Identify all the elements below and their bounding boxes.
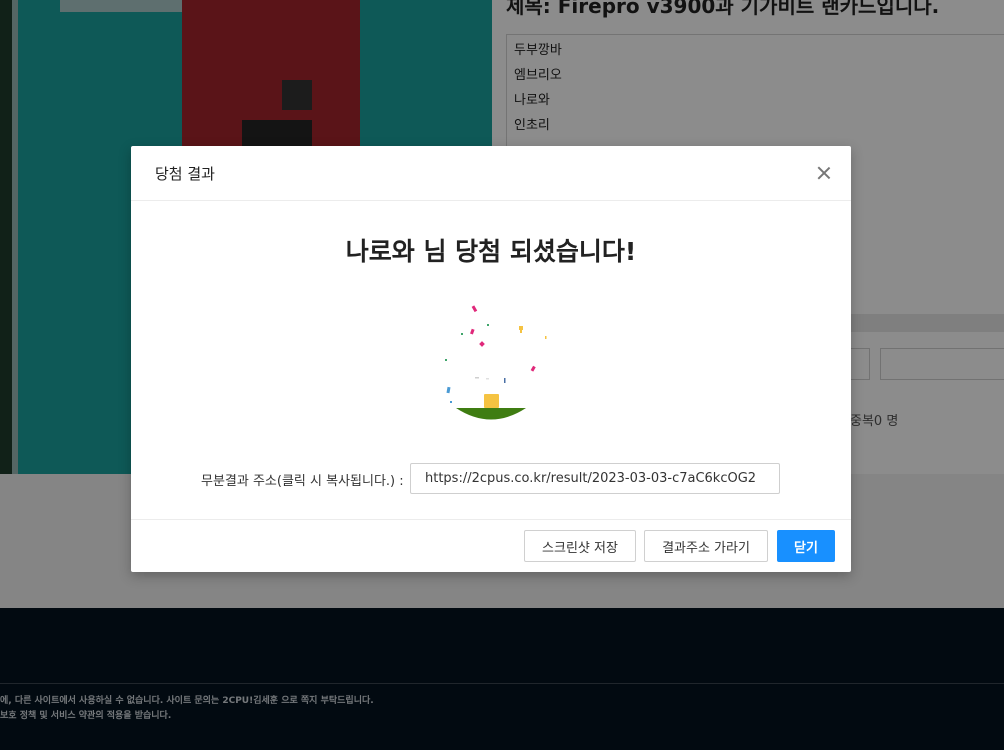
go-to-result-button[interactable]: 결과주소 가라기 [644,530,768,562]
winner-message: 나로와 님 당첨 되셨습니다! [345,237,637,266]
close-button[interactable]: 닫기 [777,530,835,562]
result-url-input[interactable] [410,463,780,494]
close-x-icon[interactable] [811,160,837,186]
modal-header: 당첨 결과 [131,146,851,201]
save-screenshot-button[interactable]: 스크린샷 저장 [524,530,636,562]
result-modal: 당첨 결과 나로와 님 당첨 되셨습니다! 무분결과 주소(클릭 시 복사됩니다… [131,146,851,572]
modal-footer: 스크린샷 저장 결과주소 가라기 닫기 [131,519,851,573]
modal-title: 당첨 결과 [155,165,215,183]
confetti-celebration-icon [445,305,547,420]
result-url-label: 무분결과 주소(클릭 시 복사됩니다.) : [201,474,404,489]
result-url-row: 무분결과 주소(클릭 시 복사됩니다.) : [201,463,781,495]
